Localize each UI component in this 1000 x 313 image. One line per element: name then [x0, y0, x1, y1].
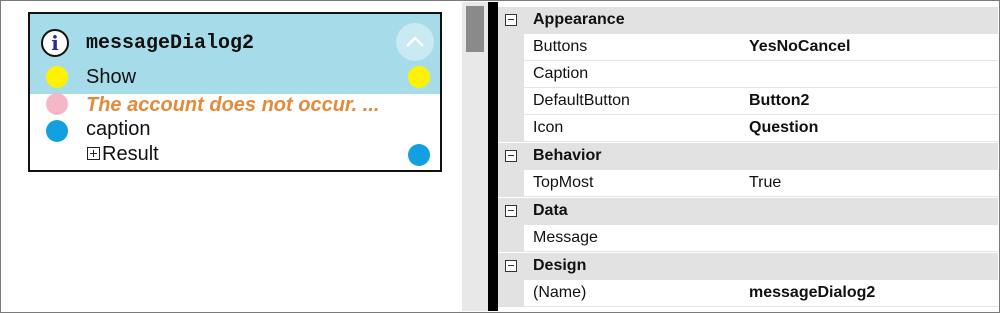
chevron-up-icon	[406, 36, 424, 47]
property-name: (Name)	[533, 284, 587, 301]
result-label: Result	[102, 143, 159, 165]
category-appearance[interactable]: Appearance	[498, 7, 998, 34]
scrollbar-thumb[interactable]	[466, 6, 484, 52]
property-row-icon[interactable]: Icon Question	[498, 115, 998, 142]
window-frame: i messageDialog2 Show The account does n…	[0, 0, 1000, 313]
category-behavior[interactable]: Behavior	[498, 143, 998, 170]
message-text: The account does not occur. ...	[86, 94, 380, 116]
property-value[interactable]: YesNoCancel	[749, 38, 850, 56]
collapse-design-icon[interactable]	[505, 260, 517, 272]
category-design[interactable]: Design	[498, 253, 998, 280]
result-output-port[interactable]	[408, 144, 430, 166]
property-name: Caption	[533, 65, 589, 82]
property-name: DefaultButton	[533, 92, 630, 109]
panel-splitter[interactable]	[488, 2, 498, 311]
category-label: Design	[533, 257, 587, 274]
property-name: Message	[533, 229, 598, 246]
category-data[interactable]: Data	[498, 198, 998, 225]
show-output-port[interactable]	[408, 66, 430, 88]
property-value[interactable]: messageDialog2	[749, 284, 875, 302]
property-name: TopMost	[533, 174, 594, 191]
category-label: Data	[533, 202, 568, 219]
property-row-defaultbutton[interactable]: DefaultButton Button2	[498, 88, 998, 115]
property-name: Icon	[533, 119, 564, 136]
message-dialog-node[interactable]: i messageDialog2 Show The account does n…	[28, 12, 442, 172]
property-row-topmost[interactable]: TopMost True	[498, 170, 998, 197]
collapse-button[interactable]	[396, 23, 434, 61]
property-value[interactable]: Question	[749, 119, 818, 137]
collapse-behavior-icon[interactable]	[505, 150, 517, 162]
expand-result-icon[interactable]	[87, 147, 100, 160]
category-label: Behavior	[533, 147, 602, 164]
show-label: Show	[86, 66, 137, 88]
property-row-caption[interactable]: Caption	[498, 61, 998, 88]
property-name: Buttons	[533, 38, 588, 55]
collapse-appearance-icon[interactable]	[505, 14, 517, 26]
node-title: messageDialog2	[86, 32, 255, 55]
caption-input-port[interactable]	[46, 120, 68, 142]
caption-label: caption	[86, 118, 151, 140]
info-icon: i	[41, 29, 69, 57]
property-value[interactable]: Button2	[749, 92, 809, 110]
property-row-name[interactable]: (Name) messageDialog2	[498, 280, 998, 307]
property-row-message[interactable]: Message	[498, 225, 998, 252]
designer-canvas[interactable]: i messageDialog2 Show The account does n…	[2, 2, 462, 311]
message-input-port[interactable]	[46, 93, 68, 115]
property-grid: Appearance Buttons YesNoCancel Caption D…	[498, 2, 998, 311]
category-label: Appearance	[533, 11, 625, 28]
property-row-buttons[interactable]: Buttons YesNoCancel	[498, 34, 998, 61]
show-input-port[interactable]	[46, 66, 68, 88]
collapse-data-icon[interactable]	[505, 205, 517, 217]
designer-scrollbar[interactable]	[462, 2, 488, 311]
property-value[interactable]: True	[749, 174, 781, 192]
